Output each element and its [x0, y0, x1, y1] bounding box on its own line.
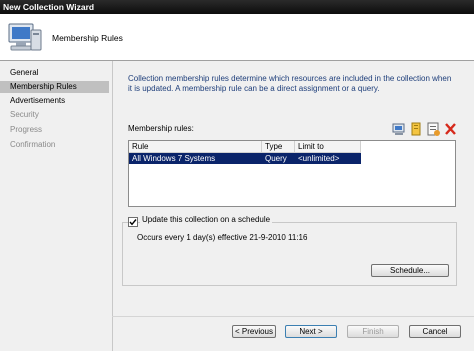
cancel-button[interactable]: Cancel — [409, 325, 461, 338]
rule-limit: <unlimited> — [298, 154, 340, 163]
table-row[interactable]: All Windows 7 Systems Query <unlimited> — [129, 153, 361, 164]
new-query-icon[interactable] — [409, 121, 424, 137]
step-advertisements[interactable]: Advertisements — [0, 95, 109, 107]
schedule-checkbox-label[interactable]: Update this collection on a schedule — [140, 215, 273, 224]
schedule-checkbox[interactable] — [128, 217, 138, 227]
next-button[interactable]: Next > — [285, 325, 337, 338]
rule-name: All Windows 7 Systems — [132, 154, 216, 163]
step-confirmation: Confirmation — [10, 140, 56, 149]
previous-button[interactable]: < Previous — [232, 325, 276, 338]
new-computer-icon[interactable] — [392, 121, 407, 137]
rule-type: Query — [265, 154, 287, 163]
step-membership-rules[interactable]: Membership Rules — [0, 81, 109, 93]
wizard-header: Membership Rules — [0, 14, 474, 60]
list-header: Rule Type Limit to — [129, 141, 361, 153]
membership-rules-list[interactable]: Rule Type Limit to All Windows 7 Systems… — [128, 140, 456, 207]
footer-divider — [112, 316, 474, 317]
step-general[interactable]: General — [0, 67, 109, 79]
wizard-steps: General Membership Rules Advertisements … — [0, 61, 112, 351]
schedule-summary: Occurs every 1 day(s) effective 21-9-201… — [137, 233, 308, 242]
step-progress: Progress — [10, 125, 43, 134]
properties-icon[interactable] — [426, 121, 441, 137]
description-text: Collection membership rules determine wh… — [128, 74, 452, 93]
page-title: Membership Rules — [52, 33, 123, 43]
column-limit-to[interactable]: Limit to — [295, 141, 361, 152]
delete-icon[interactable] — [443, 121, 458, 137]
finish-button: Finish — [347, 325, 399, 338]
column-rule[interactable]: Rule — [129, 141, 262, 152]
window-title: New Collection Wizard — [0, 0, 474, 14]
computer-monitor-icon — [8, 23, 42, 51]
column-type[interactable]: Type — [262, 141, 295, 152]
checkmark-icon — [129, 219, 137, 226]
step-security: Security — [10, 110, 39, 119]
schedule-button[interactable]: Schedule... — [371, 264, 449, 277]
membership-rules-label: Membership rules: — [128, 124, 194, 133]
